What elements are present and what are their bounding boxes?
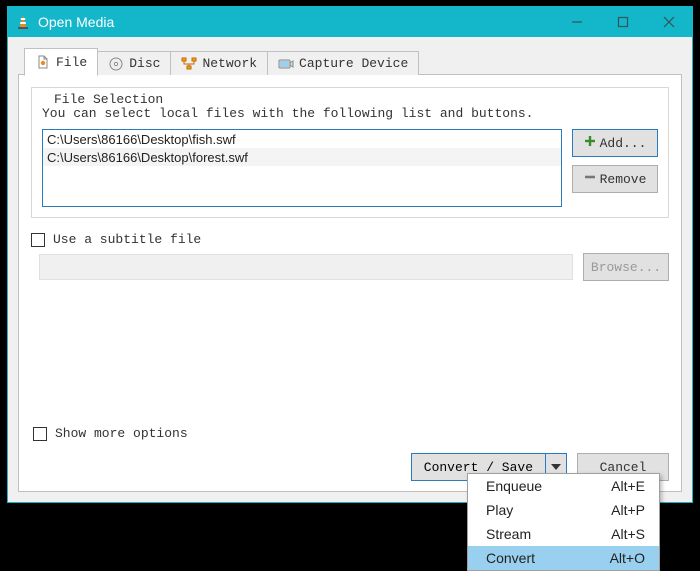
list-item[interactable]: C:\Users\86166\Desktop\fish.swf [43, 130, 561, 148]
minus-icon [584, 171, 596, 187]
add-button[interactable]: Add... [572, 129, 658, 157]
convert-save-menu: Enqueue Alt+E Play Alt+P Stream Alt+S Co… [467, 473, 660, 571]
menu-item-stream[interactable]: Stream Alt+S [468, 522, 659, 546]
remove-label: Remove [600, 172, 647, 187]
close-button[interactable] [646, 7, 692, 37]
tab-label: Disc [129, 56, 160, 71]
network-icon [181, 56, 197, 72]
subtitle-path-input [39, 254, 573, 280]
minimize-button[interactable] [554, 7, 600, 37]
capture-icon [278, 56, 294, 72]
tab-label: Network [202, 56, 257, 71]
browse-label: Browse... [591, 260, 661, 275]
menu-item-shortcut: Alt+E [611, 478, 645, 494]
tab-capture-device[interactable]: Capture Device [267, 51, 419, 75]
add-label: Add... [600, 136, 647, 151]
client-area: File Disc Network Capture Device [8, 37, 692, 502]
file-selection-instruction: You can select local files with the foll… [42, 106, 658, 121]
tab-label: Capture Device [299, 56, 408, 71]
menu-item-enqueue[interactable]: Enqueue Alt+E [468, 474, 659, 498]
file-list[interactable]: C:\Users\86166\Desktop\fish.swf C:\Users… [42, 129, 562, 207]
tab-label: File [56, 55, 87, 70]
menu-item-label: Play [486, 502, 611, 518]
plus-icon [584, 135, 596, 151]
tab-file[interactable]: File [24, 48, 98, 76]
file-icon [35, 54, 51, 70]
chevron-down-icon [551, 464, 561, 470]
subtitle-checkbox[interactable] [31, 233, 45, 247]
maximize-button[interactable] [600, 7, 646, 37]
menu-item-label: Stream [486, 526, 611, 542]
menu-item-convert[interactable]: Convert Alt+O [468, 546, 659, 570]
menu-item-shortcut: Alt+P [611, 502, 645, 518]
menu-item-label: Enqueue [486, 478, 611, 494]
tab-strip: File Disc Network Capture Device [24, 47, 682, 75]
window-controls [554, 7, 692, 37]
window-title: Open Media [38, 14, 554, 30]
tab-page-file: File Selection You can select local file… [18, 74, 682, 492]
file-selection-group: File Selection You can select local file… [31, 87, 669, 218]
remove-button[interactable]: Remove [572, 165, 658, 193]
subtitle-checkbox-label: Use a subtitle file [53, 232, 201, 247]
titlebar[interactable]: Open Media [8, 7, 692, 37]
vlc-icon [8, 14, 38, 30]
browse-button: Browse... [583, 253, 669, 281]
list-item[interactable]: C:\Users\86166\Desktop\forest.swf [43, 148, 561, 166]
menu-item-label: Convert [486, 550, 610, 566]
more-options-checkbox[interactable] [33, 427, 47, 441]
file-selection-legend: File Selection [50, 92, 167, 107]
menu-item-shortcut: Alt+O [610, 550, 645, 566]
menu-item-play[interactable]: Play Alt+P [468, 498, 659, 522]
disc-icon [108, 56, 124, 72]
more-options-label: Show more options [55, 426, 188, 441]
menu-item-shortcut: Alt+S [611, 526, 645, 542]
tab-disc[interactable]: Disc [97, 51, 171, 75]
open-media-window: Open Media File [7, 6, 693, 503]
tab-network[interactable]: Network [170, 51, 268, 75]
